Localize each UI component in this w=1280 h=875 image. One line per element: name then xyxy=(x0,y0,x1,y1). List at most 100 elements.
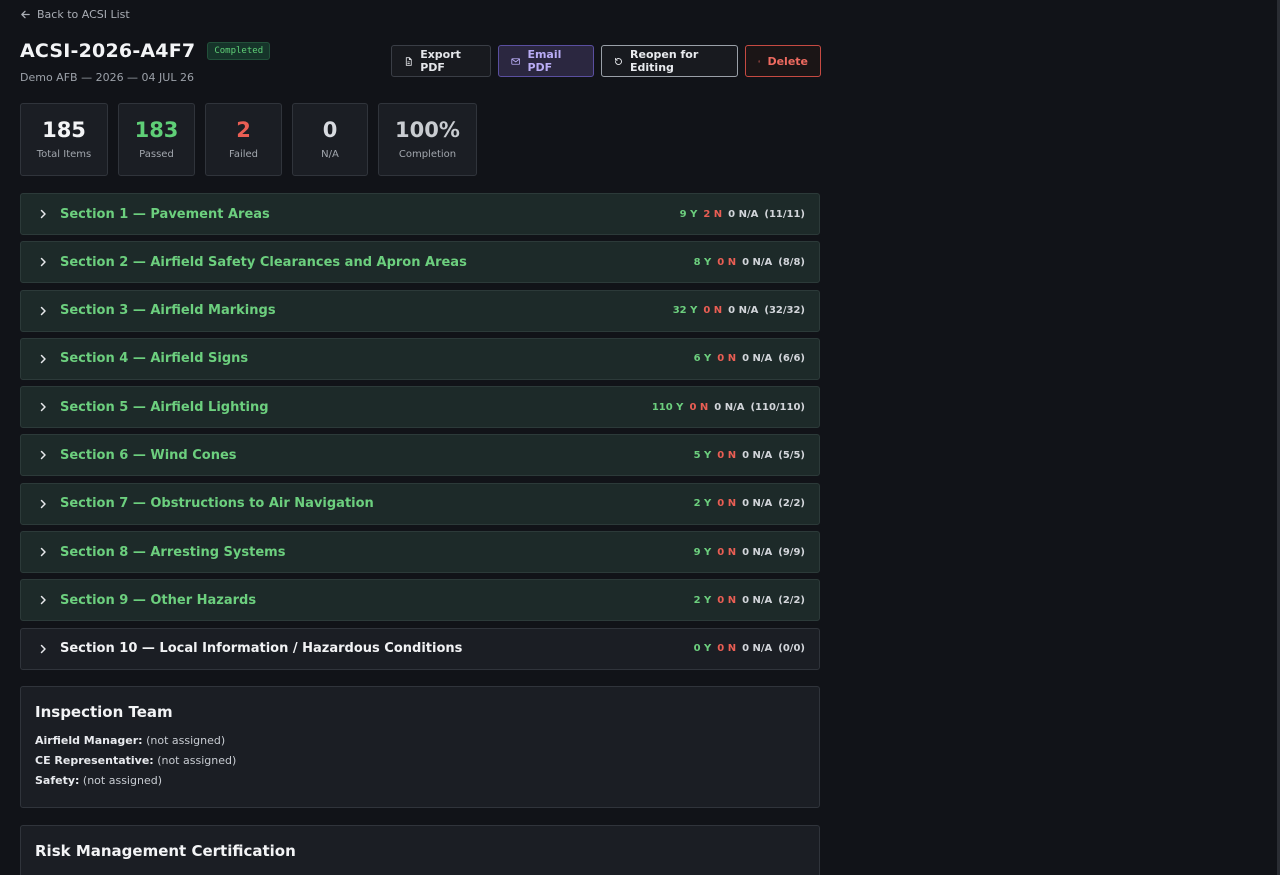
stat-value: 2 xyxy=(236,118,251,143)
no-count: 0 N xyxy=(717,546,737,558)
email-pdf-label: Email PDF xyxy=(527,48,562,74)
arrow-left-icon xyxy=(21,10,30,19)
yes-count: 0 Y xyxy=(693,643,712,655)
section-title: Section 3 — Airfield Markings xyxy=(60,303,276,319)
chevron-right-icon xyxy=(40,258,46,267)
mail-icon xyxy=(511,57,521,65)
stat-card-na: 0 N/A xyxy=(292,103,368,176)
total-count: (2/2) xyxy=(778,594,805,606)
reopen-for-editing-button[interactable]: Reopen for Editing xyxy=(601,45,738,77)
team-value: (not assigned) xyxy=(82,774,162,787)
section-title: Section 7 — Obstructions to Air Navigati… xyxy=(60,496,374,512)
section-title: Section 5 — Airfield Lighting xyxy=(60,399,269,415)
total-count: (32/32) xyxy=(764,305,805,317)
section-row-5[interactable]: Section 5 — Airfield Lighting 110 Y 0 N … xyxy=(20,386,820,429)
section-counts: 2 Y 0 N 0 N/A (2/2) xyxy=(694,595,805,606)
total-count: (8/8) xyxy=(778,256,805,268)
team-value: (not assigned) xyxy=(146,734,226,747)
section-title: Section 4 — Airfield Signs xyxy=(60,351,249,367)
total-count: (0/0) xyxy=(778,643,805,655)
action-bar: Export PDF Email PDF Reopen for Editing … xyxy=(391,45,821,77)
section-counts: 110 Y 0 N 0 N/A (110/110) xyxy=(652,402,805,413)
yes-count: 5 Y xyxy=(693,449,712,461)
no-count: 0 N xyxy=(703,305,723,317)
yes-count: 32 Y xyxy=(672,305,698,317)
na-count: 0 N/A xyxy=(742,498,773,510)
back-link[interactable]: Back to ACSI List xyxy=(20,8,130,21)
section-counts: 32 Y 0 N 0 N/A (32/32) xyxy=(673,305,805,316)
total-count: (6/6) xyxy=(778,353,805,365)
team-role: Airfield Manager: xyxy=(35,734,143,747)
section-row-8[interactable]: Section 8 — Arresting Systems 9 Y 0 N 0 … xyxy=(20,531,820,574)
back-link-label: Back to ACSI List xyxy=(37,8,130,21)
team-member-row: Safety: (not assigned) xyxy=(35,774,805,787)
stat-card-failed: 2 Failed xyxy=(205,103,282,176)
rotate-ccw-icon xyxy=(615,57,622,65)
na-count: 0 N/A xyxy=(742,546,773,558)
section-row-1[interactable]: Section 1 — Pavement Areas 9 Y 2 N 0 N/A… xyxy=(20,193,820,235)
no-count: 2 N xyxy=(703,208,723,220)
stats-row: 185 Total Items 183 Passed 2 Failed 0 N/… xyxy=(20,103,477,176)
export-pdf-label: Export PDF xyxy=(420,48,461,74)
no-count: 0 N xyxy=(717,256,737,268)
na-count: 0 N/A xyxy=(742,256,773,268)
section-row-9[interactable]: Section 9 — Other Hazards 2 Y 0 N 0 N/A … xyxy=(20,579,820,622)
section-row-3[interactable]: Section 3 — Airfield Markings 32 Y 0 N 0… xyxy=(20,289,820,332)
team-member-row: CE Representative: (not assigned) xyxy=(35,754,805,767)
total-count: (5/5) xyxy=(778,449,805,461)
stat-value: 0 xyxy=(322,118,338,143)
section-row-10[interactable]: Section 10 — Local Information / Hazardo… xyxy=(20,627,820,670)
team-value: (not assigned) xyxy=(157,754,237,767)
na-count: 0 N/A xyxy=(728,208,759,220)
title-row: ACSI-2026-A4F7 Completed xyxy=(20,40,271,62)
stat-label: Completion xyxy=(398,148,457,160)
export-pdf-button[interactable]: Export PDF xyxy=(391,45,491,77)
section-counts: 5 Y 0 N 0 N/A (5/5) xyxy=(694,450,805,461)
page-title: ACSI-2026-A4F7 xyxy=(20,40,196,62)
document-icon xyxy=(405,56,412,66)
chevron-right-icon xyxy=(40,499,46,509)
section-title: Section 9 — Other Hazards xyxy=(60,592,257,608)
risk-management-panel: Risk Management Certification xyxy=(20,825,820,875)
delete-button[interactable]: Delete xyxy=(745,45,821,77)
chevron-right-icon xyxy=(40,644,46,653)
page-subtitle: Demo AFB — 2026 — 04 JUL 26 xyxy=(20,71,194,84)
stat-label: N/A xyxy=(321,148,339,160)
total-count: (9/9) xyxy=(778,546,805,558)
yes-count: 6 Y xyxy=(693,353,712,365)
section-list: Section 1 — Pavement Areas 9 Y 2 N 0 N/A… xyxy=(20,193,820,676)
yes-count: 8 Y xyxy=(693,256,712,268)
yes-count: 110 Y xyxy=(651,401,684,413)
section-row-6[interactable]: Section 6 — Wind Cones 5 Y 0 N 0 N/A (5/… xyxy=(20,434,820,477)
section-counts: 0 Y 0 N 0 N/A (0/0) xyxy=(694,643,805,654)
panel-title: Inspection Team xyxy=(35,703,173,721)
na-count: 0 N/A xyxy=(728,305,759,317)
section-counts: 6 Y 0 N 0 N/A (6/6) xyxy=(694,353,805,364)
chevron-right-icon xyxy=(40,354,46,364)
chevron-right-icon xyxy=(40,596,46,605)
na-count: 0 N/A xyxy=(714,401,745,413)
yes-count: 9 Y xyxy=(679,208,698,220)
section-row-2[interactable]: Section 2 — Airfield Safety Clearances a… xyxy=(20,241,820,284)
total-count: (2/2) xyxy=(778,498,805,510)
trash-icon xyxy=(758,60,761,63)
total-count: (11/11) xyxy=(764,208,805,220)
total-count: (110/110) xyxy=(750,401,805,413)
no-count: 0 N xyxy=(689,401,709,413)
stat-card-completion: 100% Completion xyxy=(378,103,477,176)
email-pdf-button[interactable]: Email PDF xyxy=(498,45,594,77)
no-count: 0 N xyxy=(717,643,737,655)
chevron-right-icon xyxy=(40,402,46,412)
section-counts: 9 Y 0 N 0 N/A (9/9) xyxy=(694,547,805,558)
section-row-4[interactable]: Section 4 — Airfield Signs 6 Y 0 N 0 N/A… xyxy=(20,337,820,380)
stat-value: 183 xyxy=(134,118,179,143)
na-count: 0 N/A xyxy=(742,353,773,365)
chevron-right-icon xyxy=(40,547,46,557)
team-role: CE Representative: xyxy=(35,754,154,767)
section-counts: 2 Y 0 N 0 N/A (2/2) xyxy=(694,498,805,509)
section-title: Section 1 — Pavement Areas xyxy=(60,206,270,222)
stat-card-total: 185 Total Items xyxy=(20,103,108,176)
chevron-right-icon xyxy=(40,306,46,315)
section-row-7[interactable]: Section 7 — Obstructions to Air Navigati… xyxy=(20,482,820,525)
yes-count: 9 Y xyxy=(693,546,712,558)
